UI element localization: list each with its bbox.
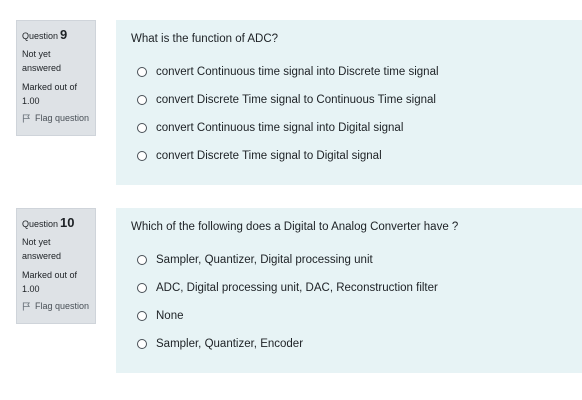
answer-option[interactable]: ADC, Digital processing unit, DAC, Recon… — [131, 274, 582, 302]
question-grade: Marked out of 1.00 — [22, 270, 78, 294]
question-text: What is the function of ADC? — [131, 33, 279, 45]
radio-unchecked-icon[interactable] — [137, 123, 147, 133]
answer-label: convert Discrete Time signal to Digital … — [156, 150, 382, 162]
answer-label: Sampler, Quantizer, Encoder — [156, 338, 304, 350]
answer-label: convert Continuous time signal into Digi… — [156, 122, 404, 134]
answer-option[interactable]: None — [131, 302, 582, 330]
radio-unchecked-icon[interactable] — [137, 67, 147, 77]
answer-option[interactable]: convert Discrete Time signal to Continuo… — [131, 86, 582, 114]
question-content: What is the function of ADC? convert Con… — [116, 20, 582, 185]
radio-unchecked-icon[interactable] — [137, 255, 147, 265]
question-number-value: 10 — [60, 215, 75, 230]
answer-option[interactable]: convert Continuous time signal into Digi… — [131, 114, 582, 142]
answer-label: convert Discrete Time signal to Continuo… — [156, 94, 436, 106]
question-content: Which of the following does a Digital to… — [116, 208, 582, 373]
flag-icon — [22, 301, 31, 311]
answer-option[interactable]: Sampler, Quantizer, Digital processing u… — [131, 246, 582, 274]
question-grade: Marked out of 1.00 — [22, 82, 78, 106]
answer-option[interactable]: convert Discrete Time signal to Digital … — [131, 142, 582, 170]
answer-list: convert Continuous time signal into Disc… — [131, 58, 582, 170]
flag-question-link[interactable]: Flag question — [22, 113, 89, 123]
flag-icon — [22, 113, 31, 123]
question-state: Not yet answered — [22, 237, 62, 261]
question-number-prefix: Question — [22, 219, 59, 229]
question-info: Question 9 Not yet answered Marked out of… — [16, 20, 96, 136]
question-number: Question 10 — [22, 215, 89, 230]
answer-label: Sampler, Quantizer, Digital processing u… — [156, 254, 373, 266]
answer-label: ADC, Digital processing unit, DAC, Recon… — [156, 282, 438, 294]
radio-unchecked-icon[interactable] — [137, 151, 147, 161]
answer-label: convert Continuous time signal into Disc… — [156, 66, 439, 78]
radio-unchecked-icon[interactable] — [137, 95, 147, 105]
radio-unchecked-icon[interactable] — [137, 283, 147, 293]
radio-unchecked-icon[interactable] — [137, 311, 147, 321]
flag-question-label: Flag question — [35, 113, 90, 123]
radio-unchecked-icon[interactable] — [137, 339, 147, 349]
question-number: Question 9 — [22, 27, 89, 42]
question-number-prefix: Question — [22, 31, 59, 41]
answer-list: Sampler, Quantizer, Digital processing u… — [131, 246, 582, 358]
flag-question-label: Flag question — [35, 301, 90, 311]
answer-label: None — [156, 310, 184, 322]
answer-option[interactable]: convert Continuous time signal into Disc… — [131, 58, 582, 86]
question-info: Question 10 Not yet answered Marked out o… — [16, 208, 96, 324]
flag-question-link[interactable]: Flag question — [22, 301, 89, 311]
question-state: Not yet answered — [22, 49, 62, 73]
question-text: Which of the following does a Digital to… — [131, 221, 459, 233]
question-number-value: 9 — [60, 27, 68, 42]
answer-option[interactable]: Sampler, Quantizer, Encoder — [131, 330, 582, 358]
